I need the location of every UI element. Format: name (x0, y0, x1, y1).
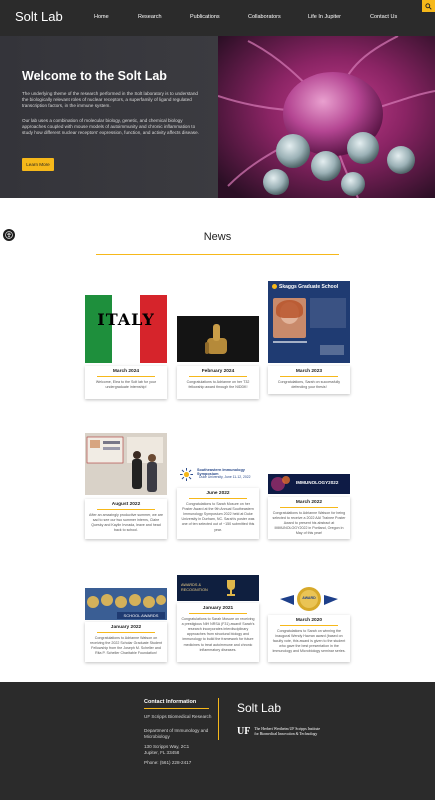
news-card-text: Congratulations to Adrianne Watson on re… (90, 635, 162, 656)
news-card-text: Congratulations to Adrianne Watson for b… (272, 510, 346, 536)
footer-divider (218, 698, 219, 740)
nav-research[interactable]: Research (138, 14, 162, 20)
news-card-image[interactable]: Skaggs Graduate School (268, 281, 350, 363)
nav-life-in-jupiter[interactable]: Life In Jupiter (308, 14, 341, 20)
news-card-date: March 2022 (295, 500, 323, 505)
nav-publications[interactable]: Publications (190, 14, 220, 20)
news-card[interactable]: March 2020 Congratulations to Sarah on w… (268, 615, 350, 662)
footer-line-org: UF Scripps Biomedical Research (144, 714, 212, 719)
award-badge-text: AWARD (302, 596, 316, 600)
news-card-image[interactable]: AWARDS & RECOGNITION (177, 575, 259, 601)
nav-home[interactable]: Home (94, 14, 109, 20)
anniversary-mark (320, 345, 344, 355)
news-card[interactable]: January 2022 Congratulations to Adrianne… (85, 622, 167, 662)
caption-line (273, 341, 307, 343)
news-card-text: Congratulations to Sarah Mosure on recei… (181, 616, 255, 652)
italy-text: ITALY (97, 310, 155, 329)
sun-logo-icon (180, 468, 193, 481)
news-card-rule (189, 498, 247, 499)
flag-green-band (85, 295, 112, 363)
news-card-text: Welcome, Elea to the Solt lab for your u… (95, 379, 157, 389)
news-card-image[interactable]: SCHOOL AWARDS (85, 588, 167, 620)
news-card-date: June 2022 (206, 491, 230, 496)
uf-scripps-logo[interactable]: UF The Herbert Wertheim UF Scripps Insti… (237, 726, 320, 737)
news-card[interactable]: March 2022 Congratulations to Adrianne W… (268, 497, 350, 539)
news-card-text: Congratulations to Sarah Mosure on her P… (181, 501, 255, 532)
news-card-rule (97, 376, 155, 377)
news-card-image[interactable]: AWARD (268, 585, 350, 613)
news-card[interactable]: August 2022 After an amazingly productiv… (85, 499, 167, 539)
news-card-date: March 2024 (112, 369, 140, 374)
awards-recognition-text: AWARDS & RECOGNITION (181, 583, 208, 592)
flag-red-band (140, 295, 167, 363)
footer-line-city: Jupiter, FL 33458 (144, 750, 180, 755)
news-card-image[interactable] (177, 316, 259, 362)
news-card[interactable]: June 2022 Congratulations to Sarah Mosur… (177, 488, 259, 539)
news-card-rule (97, 632, 155, 633)
nav-collaborators[interactable]: Collaborators (248, 14, 281, 20)
uf-institute-line1: The Herbert Wertheim UF Scripps Institut… (254, 726, 321, 731)
news-card-rule (280, 376, 338, 377)
hero-text-panel: Welcome to the Solt Lab The underlying t… (0, 36, 218, 198)
footer-contact-heading: Contact Information (144, 699, 197, 705)
hero-paragraph-2: Our lab uses a combination of molecular … (22, 118, 199, 136)
news-heading: News (203, 231, 232, 243)
thumbs-up-icon (177, 316, 259, 362)
skaggs-title: Skaggs Graduate School (279, 284, 339, 290)
news-card-text: Congratulations to Sarah on winning the … (272, 628, 346, 654)
nav-contact-us[interactable]: Contact Us (370, 14, 397, 20)
news-card-rule (280, 625, 338, 626)
uf-institute-line2: for Biomedical Innovation & Technology (254, 731, 318, 736)
news-card-date: January 2021 (202, 606, 234, 611)
news-card-rule (189, 376, 247, 377)
news-card[interactable]: January 2021 Congratulations to Sarah Mo… (177, 603, 259, 662)
news-card-text: Congratulations to Adrianne on her T32 f… (186, 379, 250, 389)
hero-cell-image (218, 36, 435, 198)
news-card-text: After an amazingly productive summer, we… (89, 512, 163, 533)
trophy-icon (227, 580, 235, 596)
news-card-date: January 2022 (110, 625, 142, 630)
site-footer: Contact Information UF Scripps Biomedica… (0, 682, 435, 800)
flag-white-band (112, 295, 140, 363)
symposium-subtitle: Duke University, June 11-12, 2022 (199, 475, 251, 479)
learn-more-button[interactable]: Learn More (22, 158, 54, 171)
uf-institute-name: The Herbert Wertheim UF Scripps Institut… (254, 727, 320, 736)
news-card-rule (189, 613, 247, 614)
hero-title: Welcome to the Solt Lab (22, 69, 167, 83)
news-card-image[interactable]: Southeastern Immunology Symposium Duke U… (177, 464, 259, 486)
news-card-date: March 2023 (295, 369, 323, 374)
news-card-date: August 2022 (111, 502, 141, 507)
footer-heading-rule (144, 708, 209, 709)
school-awards-label: SCHOOL AWARDS (117, 612, 165, 619)
news-card-text: Congratulations, Sarah on successfully d… (277, 379, 341, 389)
poster-session-photo (85, 433, 167, 495)
top-nav: Solt Lab Home Research Publications Coll… (0, 0, 435, 36)
news-card-rule (97, 509, 155, 510)
news-card-image[interactable]: ITALY (85, 295, 167, 363)
footer-line-dept: Department of Immunology and Microbiolog… (144, 728, 209, 739)
news-divider (96, 254, 339, 255)
search-icon (425, 2, 432, 10)
skaggs-logo-icon (272, 284, 277, 289)
footer-logo[interactable]: Solt Lab (237, 701, 281, 715)
news-card-date: February 2024 (201, 369, 235, 374)
news-card[interactable]: March 2024 Welcome, Elea to the Solt lab… (85, 366, 167, 399)
news-card-date: March 2020 (295, 618, 323, 623)
footer-line-phone[interactable]: Phone: (561) 228-2417 (144, 760, 212, 766)
quote-block (310, 298, 346, 328)
immunology-title: IMMUNOLOGY2022 (296, 480, 339, 485)
news-card[interactable]: March 2023 Congratulations, Sarah on suc… (268, 366, 350, 394)
news-card[interactable]: February 2024 Congratulations to Adriann… (177, 366, 259, 399)
news-card-image[interactable] (85, 433, 167, 495)
site-logo[interactable]: Solt Lab (15, 9, 63, 24)
hero-paragraph-1: The underlying theme of the research per… (22, 91, 198, 109)
uf-mark: UF (237, 726, 251, 737)
news-card-image[interactable]: IMMUNOLOGY2022 (268, 474, 350, 494)
news-card-rule (280, 507, 338, 508)
search-button[interactable] (422, 0, 435, 12)
hero-section: Welcome to the Solt Lab The underlying t… (0, 36, 435, 198)
graduate-photo (273, 298, 306, 338)
